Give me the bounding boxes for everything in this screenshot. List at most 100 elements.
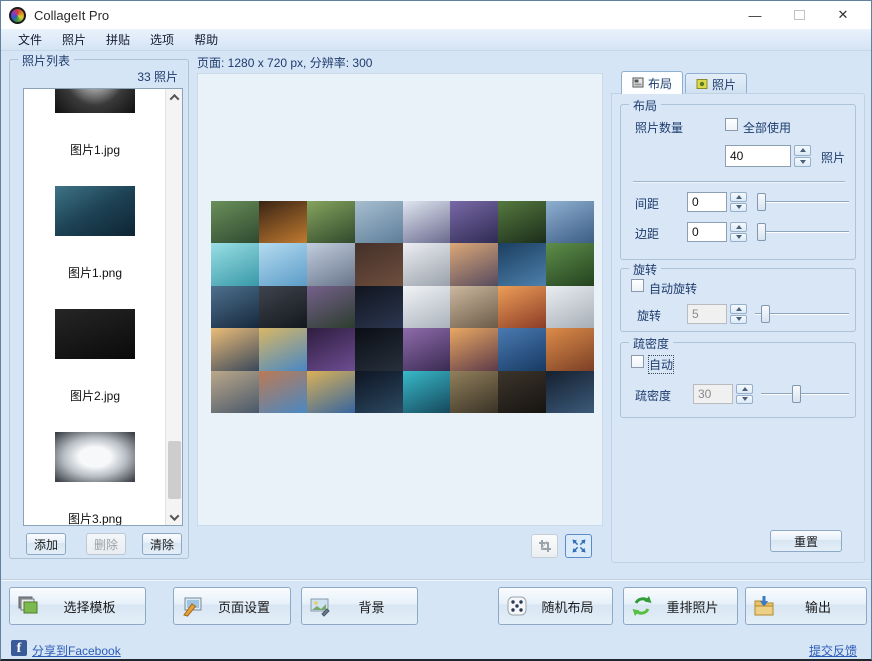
spin-up-icon[interactable] xyxy=(730,304,747,314)
list-scrollbar[interactable] xyxy=(165,89,182,525)
slider-thumb[interactable] xyxy=(757,223,766,241)
spin-down-icon[interactable] xyxy=(730,315,747,325)
slider-thumb[interactable] xyxy=(761,305,770,323)
collage-photo[interactable] xyxy=(211,371,259,413)
scroll-down-icon[interactable] xyxy=(166,509,183,525)
photo-count-input[interactable] xyxy=(725,145,791,167)
collage-photo[interactable] xyxy=(498,201,546,243)
slider-thumb[interactable] xyxy=(757,193,766,211)
spin-up-icon[interactable] xyxy=(794,145,811,156)
collage-photo[interactable] xyxy=(355,201,403,243)
collage-photo[interactable] xyxy=(259,328,307,370)
margin-slider[interactable] xyxy=(757,223,849,241)
collage-photo[interactable] xyxy=(355,371,403,413)
collage-photo[interactable] xyxy=(307,243,355,285)
spacing-slider[interactable] xyxy=(757,193,849,211)
random-layout-button[interactable]: 随机布局 xyxy=(498,587,613,625)
collage-photo[interactable] xyxy=(355,243,403,285)
collage-photo[interactable] xyxy=(450,371,498,413)
use-all-checkbox[interactable] xyxy=(725,118,738,131)
collage-photo[interactable] xyxy=(450,286,498,328)
collage-photo[interactable] xyxy=(259,371,307,413)
collage-grid[interactable] xyxy=(211,201,594,413)
menu-photo[interactable]: 照片 xyxy=(52,28,96,51)
close-button[interactable]: ✕ xyxy=(821,1,865,29)
tab-photo[interactable]: 照片 xyxy=(685,73,747,94)
collage-photo[interactable] xyxy=(498,243,546,285)
auto-density-checkbox[interactable] xyxy=(631,355,644,368)
margin-spinner[interactable] xyxy=(730,222,747,242)
fit-window-button[interactable] xyxy=(565,534,592,558)
crop-button[interactable] xyxy=(531,534,558,558)
collage-photo[interactable] xyxy=(307,286,355,328)
photo-list-item[interactable]: 图片3.png xyxy=(24,432,166,526)
collage-photo[interactable] xyxy=(498,371,546,413)
photo-list-item[interactable]: 图片1.jpg xyxy=(24,88,166,186)
spacing-input[interactable] xyxy=(687,192,727,212)
minimize-button[interactable]: — xyxy=(733,1,777,29)
select-template-button[interactable]: 选择模板 xyxy=(9,587,146,625)
spacing-spinner[interactable] xyxy=(730,192,747,212)
slider-thumb[interactable] xyxy=(792,385,801,403)
spin-down-icon[interactable] xyxy=(730,203,747,213)
collage-photo[interactable] xyxy=(307,328,355,370)
collage-photo[interactable] xyxy=(450,243,498,285)
menu-options[interactable]: 选项 xyxy=(140,28,184,51)
menu-collage[interactable]: 拼贴 xyxy=(96,28,140,51)
collage-photo[interactable] xyxy=(403,201,451,243)
collage-photo[interactable] xyxy=(259,201,307,243)
spin-down-icon[interactable] xyxy=(736,395,753,405)
collage-photo[interactable] xyxy=(450,328,498,370)
tab-layout[interactable]: 布局 xyxy=(621,71,683,94)
collage-photo[interactable] xyxy=(403,371,451,413)
density-input[interactable] xyxy=(693,384,733,404)
photo-list-item[interactable]: 图片1.png xyxy=(24,186,166,309)
collage-photo[interactable] xyxy=(450,201,498,243)
collage-photo[interactable] xyxy=(211,286,259,328)
scrollbar-thumb[interactable] xyxy=(168,441,181,499)
spin-up-icon[interactable] xyxy=(730,222,747,232)
collage-photo[interactable] xyxy=(259,286,307,328)
collage-photo[interactable] xyxy=(546,328,594,370)
collage-photo[interactable] xyxy=(546,201,594,243)
collage-photo[interactable] xyxy=(211,328,259,370)
share-facebook-link[interactable]: 分享到Facebook xyxy=(32,642,121,659)
density-slider[interactable] xyxy=(761,385,849,403)
rotation-slider[interactable] xyxy=(755,305,849,323)
density-spinner[interactable] xyxy=(736,384,753,404)
collage-photo[interactable] xyxy=(211,201,259,243)
collage-photo[interactable] xyxy=(307,371,355,413)
delete-button[interactable]: 删除 xyxy=(86,533,126,555)
submit-feedback-link[interactable]: 提交反馈 xyxy=(809,642,857,659)
collage-photo[interactable] xyxy=(546,286,594,328)
collage-photo[interactable] xyxy=(403,286,451,328)
rearrange-photos-button[interactable]: 重排照片 xyxy=(623,587,738,625)
collage-photo[interactable] xyxy=(211,243,259,285)
collage-photo[interactable] xyxy=(355,328,403,370)
collage-photo[interactable] xyxy=(259,243,307,285)
margin-input[interactable] xyxy=(687,222,727,242)
collage-photo[interactable] xyxy=(546,243,594,285)
spin-down-icon[interactable] xyxy=(730,233,747,243)
maximize-button[interactable] xyxy=(777,1,821,29)
scroll-up-icon[interactable] xyxy=(166,89,183,105)
collage-photo[interactable] xyxy=(403,328,451,370)
collage-photo[interactable] xyxy=(307,201,355,243)
collage-photo[interactable] xyxy=(498,328,546,370)
collage-photo[interactable] xyxy=(498,286,546,328)
spin-down-icon[interactable] xyxy=(794,157,811,168)
collage-photo[interactable] xyxy=(546,371,594,413)
rotation-input[interactable] xyxy=(687,304,727,324)
reset-button[interactable]: 重置 xyxy=(770,530,842,552)
collage-photo[interactable] xyxy=(355,286,403,328)
add-button[interactable]: 添加 xyxy=(26,533,66,555)
rotation-spinner[interactable] xyxy=(730,304,747,324)
auto-rotate-checkbox[interactable] xyxy=(631,279,644,292)
clear-button[interactable]: 清除 xyxy=(142,533,182,555)
output-button[interactable]: 输出 xyxy=(745,587,867,625)
page-setup-button[interactable]: 页面设置 xyxy=(173,587,291,625)
spin-up-icon[interactable] xyxy=(736,384,753,394)
menu-file[interactable]: 文件 xyxy=(8,28,52,51)
spin-up-icon[interactable] xyxy=(730,192,747,202)
menu-help[interactable]: 帮助 xyxy=(184,28,228,51)
